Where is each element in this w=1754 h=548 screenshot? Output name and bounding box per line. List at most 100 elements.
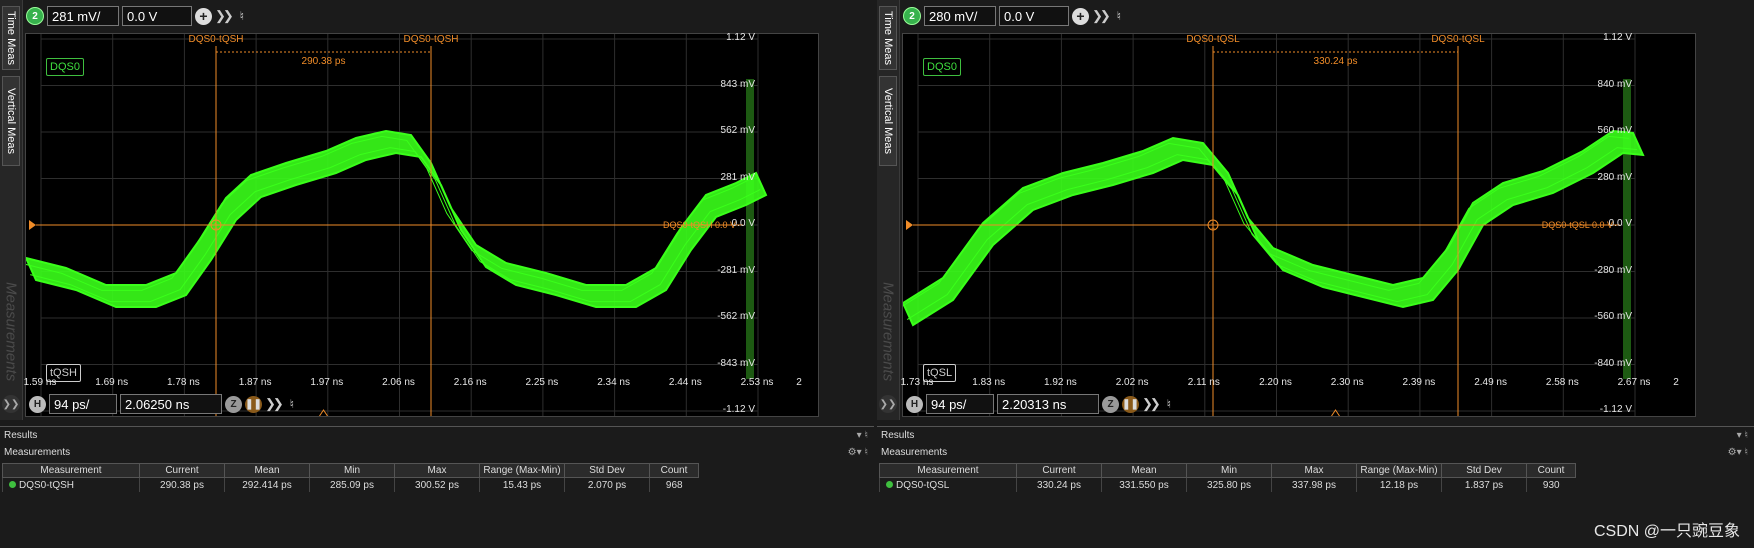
- y-tick-label: -560 mV: [1594, 311, 1632, 322]
- cell-count: 930: [1526, 477, 1576, 492]
- measurements-title-text: Measurements: [4, 447, 71, 458]
- cell-std-dev: 2.070 ps: [564, 477, 650, 492]
- delta-readout: 290.38 ps: [302, 56, 346, 67]
- horizontal-scale-field[interactable]: 94 ps/: [49, 394, 117, 414]
- vertical-control-bar: 2 281 mV/ 0.0 V + ❯❯ ♮: [26, 4, 244, 28]
- gear-icon[interactable]: ⚙▾ ♮: [848, 444, 868, 461]
- cell-current: 330.24 ps: [1016, 477, 1102, 492]
- y-tick-label: 560 mV: [1597, 125, 1632, 136]
- results-title-text: Results: [4, 430, 38, 441]
- cell-mean: 331.550 ps: [1101, 477, 1187, 492]
- col-min[interactable]: Min: [309, 463, 395, 478]
- cell-max: 337.98 ps: [1271, 477, 1357, 492]
- x-tick-label: 2.16 ns: [453, 377, 487, 388]
- add-icon[interactable]: +: [195, 7, 212, 25]
- col-max[interactable]: Max: [394, 463, 480, 478]
- x-tick-label: 2.34 ns: [597, 377, 630, 388]
- delta-readout: 330.24 ps: [1314, 56, 1358, 67]
- measurements-table: Measurement Current Mean Min Max Range (…: [879, 463, 1576, 492]
- col-current[interactable]: Current: [1016, 463, 1102, 478]
- channel-badge[interactable]: 2: [26, 7, 44, 25]
- channel-label[interactable]: DQS0: [923, 58, 961, 76]
- cell-count: 968: [649, 477, 699, 492]
- pin-icon[interactable]: ♮: [240, 9, 244, 23]
- pin-icon[interactable]: ♮: [290, 397, 294, 411]
- col-std-dev[interactable]: Std Dev: [1441, 463, 1527, 478]
- results-title-text: Results: [881, 430, 915, 441]
- pane-controls-icon[interactable]: ▾ ♮: [857, 427, 868, 444]
- cell-max: 300.52 ps: [394, 477, 480, 492]
- side-tab-strip: Time Meas Vertical Meas Measurements: [0, 0, 23, 420]
- x-tick-label: 2.53 ns: [740, 377, 774, 388]
- tab-time-meas[interactable]: Time Meas: [879, 6, 897, 70]
- pin-icon[interactable]: ♮: [1167, 397, 1171, 411]
- table-header: Measurement Current Mean Min Max Range (…: [2, 463, 699, 478]
- cell-current: 290.38 ps: [139, 477, 225, 492]
- x-tick-label: 2.39 ns: [1402, 377, 1436, 388]
- svg-text:1: 1: [1211, 222, 1216, 231]
- col-min[interactable]: Min: [1186, 463, 1272, 478]
- col-range[interactable]: Range (Max-Min): [1356, 463, 1442, 478]
- vertical-offset-field[interactable]: 0.0 V: [122, 6, 192, 26]
- pause-icon[interactable]: ❚❚: [245, 395, 262, 413]
- cell-measurement: DQS0-tQSH: [2, 477, 140, 492]
- x-tick-label: 2.30 ns: [1330, 377, 1364, 388]
- scope-panel-left: Time Meas Vertical Meas Measurements 2 2…: [0, 0, 876, 548]
- y-tick-label: 840 mV: [1597, 78, 1632, 90]
- y-tick-label: -280 mV: [1594, 264, 1632, 276]
- col-range[interactable]: Range (Max-Min): [479, 463, 565, 478]
- horizontal-position-field[interactable]: 2.06250 ns: [120, 394, 222, 414]
- vertical-scale-field[interactable]: 280 mV/: [924, 6, 996, 26]
- x-tick-label: 2.44 ns: [668, 377, 702, 388]
- col-max[interactable]: Max: [1271, 463, 1357, 478]
- y-tick-label: -1.12 V: [1599, 404, 1632, 415]
- col-mean[interactable]: Mean: [224, 463, 310, 478]
- zoom-icon[interactable]: Z: [1102, 395, 1119, 413]
- horizontal-control-bar: ❯❯ H 94 ps/ 2.20313 ns Z ❚❚ ❯❯ ♮: [877, 392, 1171, 416]
- horizontal-badge[interactable]: H: [29, 395, 46, 413]
- y-tick-label: 843 mV: [720, 78, 755, 90]
- double-chevron-icon[interactable]: ❯❯: [1092, 8, 1111, 24]
- cell-measurement: DQS0-tQSL: [879, 477, 1017, 492]
- vertical-scale-field[interactable]: 281 mV/: [47, 6, 119, 26]
- horizontal-scale-field[interactable]: 94 ps/: [926, 394, 994, 414]
- expand-arrow-icon[interactable]: ❯❯: [2, 395, 20, 413]
- watermark: CSDN @一只豌豆象: [1593, 523, 1740, 540]
- col-mean[interactable]: Mean: [1101, 463, 1187, 478]
- tab-vertical-meas[interactable]: Vertical Meas: [2, 76, 20, 166]
- col-std-dev[interactable]: Std Dev: [564, 463, 650, 478]
- double-chevron-icon[interactable]: ❯❯: [215, 8, 234, 24]
- x-tick-label: 1.87 ns: [238, 377, 272, 388]
- tab-time-meas[interactable]: Time Meas: [2, 6, 20, 70]
- gear-icon[interactable]: ⚙▾ ♮: [1728, 444, 1748, 461]
- expand-arrow-icon[interactable]: ❯❯: [879, 395, 897, 413]
- pin-icon[interactable]: ♮: [1117, 9, 1121, 23]
- table-header: Measurement Current Mean Min Max Range (…: [879, 463, 1576, 478]
- x-tick-label: 2.11 ns: [1187, 377, 1220, 388]
- zoom-icon[interactable]: Z: [225, 395, 242, 413]
- channel-badge[interactable]: 2: [903, 7, 921, 25]
- horizontal-badge[interactable]: H: [906, 395, 923, 413]
- horizontal-control-bar: ❯❯ H 94 ps/ 2.06250 ns Z ❚❚ ❯❯ ♮: [0, 392, 294, 416]
- col-count[interactable]: Count: [1526, 463, 1576, 478]
- double-chevron-icon[interactable]: ❯❯: [1142, 396, 1161, 412]
- vertical-offset-field[interactable]: 0.0 V: [999, 6, 1069, 26]
- vertical-control-bar: 2 280 mV/ 0.0 V + ❯❯ ♮: [903, 4, 1121, 28]
- add-icon[interactable]: +: [1072, 7, 1089, 25]
- x-tick-label: 1.69 ns: [95, 377, 129, 388]
- table-row[interactable]: DQS0-tQSH 290.38 ps 292.414 ps 285.09 ps…: [2, 477, 699, 492]
- x-tick-label: 1.92 ns: [1043, 377, 1077, 388]
- x-axis-suffix: 2: [796, 377, 802, 388]
- pause-icon[interactable]: ❚❚: [1122, 395, 1139, 413]
- scope-panel-right: Time Meas Vertical Meas Measurements 2 2…: [877, 0, 1754, 548]
- col-current[interactable]: Current: [139, 463, 225, 478]
- tab-vertical-meas[interactable]: Vertical Meas: [879, 76, 897, 166]
- pane-controls-icon[interactable]: ▾ ♮: [1737, 427, 1748, 444]
- horizontal-position-field[interactable]: 2.20313 ns: [997, 394, 1099, 414]
- col-count[interactable]: Count: [649, 463, 699, 478]
- col-measurement[interactable]: Measurement: [2, 463, 140, 478]
- channel-label[interactable]: DQS0: [46, 58, 84, 76]
- table-row[interactable]: DQS0-tQSL 330.24 ps 331.550 ps 325.80 ps…: [879, 477, 1576, 492]
- col-measurement[interactable]: Measurement: [879, 463, 1017, 478]
- double-chevron-icon[interactable]: ❯❯: [265, 396, 284, 412]
